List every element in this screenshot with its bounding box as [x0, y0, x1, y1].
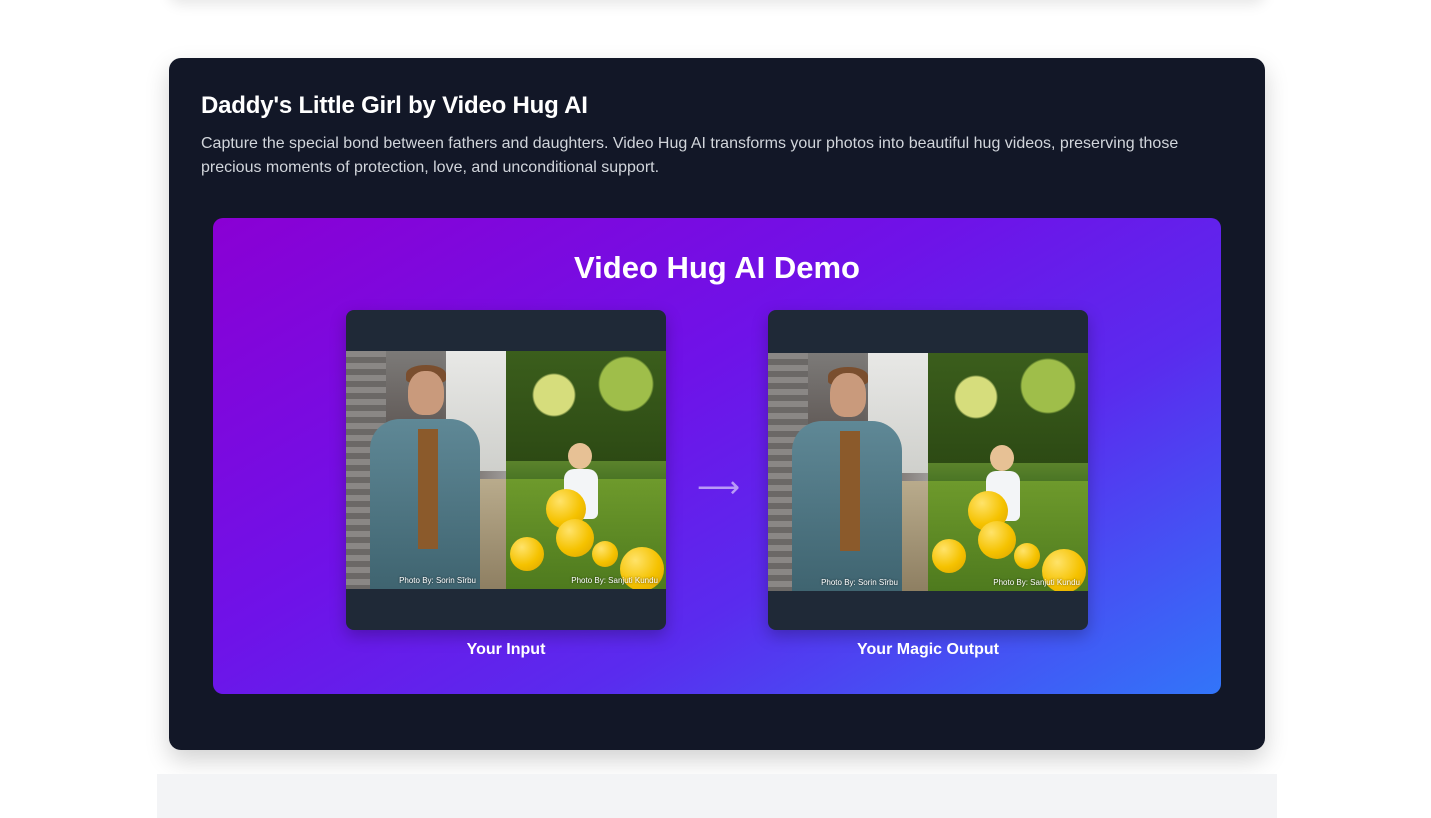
input-photo: Photo By: Sorin Sîrbu Photo By: Sanjuti …	[346, 351, 666, 589]
photo-credit: Photo By: Sanjuti Kundu	[993, 578, 1080, 587]
daddys-little-girl-card: Daddy's Little Girl by Video Hug AI Capt…	[169, 58, 1265, 750]
photo-credit: Photo By: Sorin Sîrbu	[399, 576, 476, 585]
next-section-panel	[157, 774, 1277, 818]
daughter-photo: Photo By: Sanjuti Kundu	[928, 353, 1088, 591]
photo-credit: Photo By: Sanjuti Kundu	[571, 576, 658, 585]
photo-credit: Photo By: Sorin Sîrbu	[821, 578, 898, 587]
section-description: Capture the special bond between fathers…	[201, 135, 1179, 176]
output-media-frame[interactable]: Photo By: Sorin Sîrbu Photo By: Sanjuti …	[768, 310, 1088, 630]
daughter-photo: Photo By: Sanjuti Kundu	[506, 351, 666, 589]
demo-title: Video Hug AI Demo	[574, 250, 860, 285]
output-caption: Your Magic Output	[857, 641, 999, 658]
input-caption: Your Input	[466, 641, 546, 658]
arrow-right-icon: ⟶	[697, 471, 741, 504]
demo-panel: Video Hug AI Demo Photo By: Sorin Sîrbu …	[213, 218, 1221, 694]
input-media-frame[interactable]: Photo By: Sorin Sîrbu Photo By: Sanjuti …	[346, 310, 666, 630]
father-photo: Photo By: Sorin Sîrbu	[346, 351, 506, 589]
output-photo: Photo By: Sorin Sîrbu Photo By: Sanjuti …	[768, 353, 1088, 591]
father-photo: Photo By: Sorin Sîrbu	[768, 353, 928, 591]
section-title: Daddy's Little Girl by Video Hug AI	[201, 92, 588, 119]
